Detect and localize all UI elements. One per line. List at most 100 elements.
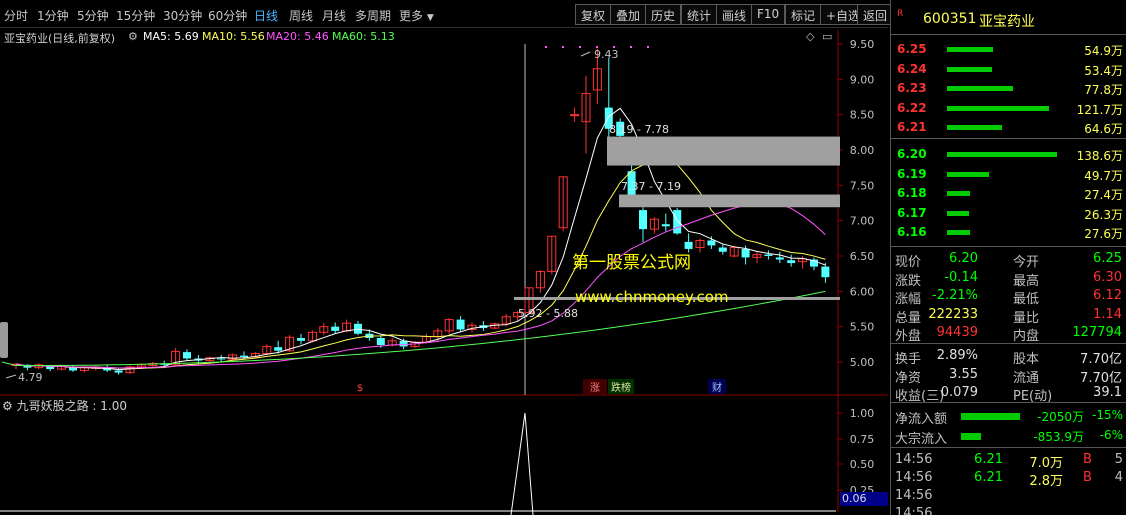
period-tab[interactable]: 60分钟 xyxy=(208,7,247,24)
quote-label: 最低 xyxy=(1013,292,1040,307)
settings-icon[interactable]: ⚙ xyxy=(2,399,13,413)
order-book-row[interactable]: 6.19 49.7万 xyxy=(891,166,1126,184)
book-price: 6.20 xyxy=(897,147,927,161)
quote-label: 流通 xyxy=(1013,370,1040,386)
tick-row: 14:56 6.21 7.0万 B 5 xyxy=(891,452,1126,471)
order-book-row[interactable]: 6.23 77.8万 xyxy=(891,80,1126,98)
quote-label: 内盘 xyxy=(1013,329,1040,344)
candle-body xyxy=(684,241,693,249)
quote-value: 7.70亿 xyxy=(1080,370,1122,386)
candle-body xyxy=(718,247,727,252)
indicator-spike xyxy=(510,412,534,515)
marker-rise: 涨 xyxy=(590,382,600,394)
order-book-row[interactable]: 6.18 27.4万 xyxy=(891,185,1126,203)
high-label: 9.43 xyxy=(594,48,619,61)
watermark-url: www.chnmoney.com xyxy=(575,288,729,306)
marker-finance: 财 xyxy=(712,381,722,394)
marker-rank: 跌榜 xyxy=(611,381,631,394)
tick-cell: B xyxy=(1083,470,1092,485)
overlay-button[interactable]: 叠加 xyxy=(610,4,647,25)
y-tick-label: 5.50 xyxy=(850,321,875,334)
period-tab[interactable]: 分时 xyxy=(4,7,28,24)
price-chart[interactable]: 9.50 9.00 8.50 8.00 7.50 7.00 6.50 6.00 5.50 5.00… xyxy=(0,28,890,515)
book-price: 6.25 xyxy=(897,42,927,56)
book-price: 6.19 xyxy=(897,166,927,181)
scroll-handle xyxy=(0,322,8,358)
flow-label: 大宗流入 xyxy=(895,432,948,447)
period-tab-active[interactable]: 日线 xyxy=(254,7,278,24)
y-tick-label: 9.50 xyxy=(850,38,875,51)
watermark-title: 第一股票公式网 xyxy=(572,253,691,273)
indicator-tick-label: 0.75 xyxy=(850,433,875,446)
book-price: 6.16 xyxy=(897,225,927,239)
period-tab[interactable]: 1分钟 xyxy=(37,7,69,24)
divider xyxy=(891,34,1126,35)
quote-value: 127794 xyxy=(1072,325,1122,340)
book-bar xyxy=(947,86,1013,91)
book-price: 6.18 xyxy=(897,186,927,200)
back-button[interactable]: 返回 xyxy=(857,4,894,25)
quote-label: 股本 xyxy=(1013,352,1040,367)
order-book-row[interactable]: 6.22 121.7万 xyxy=(891,100,1126,118)
quote-value: 6.30 xyxy=(1093,269,1122,285)
period-tab[interactable]: 多周期 xyxy=(355,7,391,24)
flow-row: 大宗流入 -853.9万 -6% xyxy=(891,428,1126,447)
y-axis: 9.50 9.00 8.50 8.00 7.50 7.00 6.50 6.00 5.50 5.00… xyxy=(838,38,874,497)
signal-dot xyxy=(647,46,649,48)
more-menu[interactable]: 更多 ▼ xyxy=(399,7,434,24)
y-tick-label: 5.00 xyxy=(850,356,875,369)
book-price: 6.23 xyxy=(897,81,927,95)
period-tab[interactable]: 5分钟 xyxy=(77,7,109,24)
order-book-row[interactable]: 6.24 53.4万 xyxy=(891,61,1126,79)
flow-row: 净流入额 -2050万 -15% xyxy=(891,408,1126,427)
draw-button[interactable]: 画线 xyxy=(716,4,753,25)
order-book-row[interactable]: 6.20 138.6万 xyxy=(891,146,1126,164)
tick-cell: 14:56 xyxy=(895,506,933,515)
book-volume: 49.7万 xyxy=(1084,168,1123,183)
period-tab[interactable]: 周线 xyxy=(289,7,313,24)
candle-body xyxy=(775,257,784,260)
candle-body xyxy=(217,358,226,360)
period-tab[interactable]: 月线 xyxy=(322,7,346,24)
tick-cell: 7.0万 xyxy=(1029,456,1063,471)
period-tab[interactable]: 15分钟 xyxy=(116,7,155,24)
candle-body xyxy=(741,248,750,258)
quote-value: 3.55 xyxy=(949,366,978,382)
flow-pct: -15% xyxy=(1091,408,1123,422)
history-button[interactable]: 历史 xyxy=(645,4,682,25)
divider xyxy=(891,138,1126,139)
signal-dot xyxy=(630,46,632,48)
order-book-row[interactable]: 6.25 54.9万 xyxy=(891,41,1126,59)
toolbar: 分时 1分钟 5分钟 15分钟 30分钟 60分钟 日线 周线 月线 多周期 更… xyxy=(0,0,894,28)
book-price: 6.24 xyxy=(897,61,927,76)
gap-box xyxy=(607,136,840,166)
quote-label: 量比 xyxy=(1013,310,1040,326)
book-volume: 121.7万 xyxy=(1076,102,1123,117)
mark-button[interactable]: 标记 xyxy=(785,4,822,25)
flow-pct: -6% xyxy=(1099,428,1123,442)
tick-row: 14:56 6.21 2.8万 B 4 xyxy=(891,470,1126,489)
more-label: 更多 xyxy=(399,9,424,23)
quote-label: 总量 xyxy=(895,310,922,326)
low-label: 4.79 xyxy=(18,371,43,384)
f10-button[interactable]: F10 xyxy=(751,4,786,25)
candle-body xyxy=(764,254,773,256)
quote-value: -2.21% xyxy=(932,288,978,303)
candle-body xyxy=(183,352,191,359)
quote-label: 换手 xyxy=(895,352,922,367)
high-arrow xyxy=(580,51,591,57)
signal-dot xyxy=(562,46,564,48)
tick-cell: 5 xyxy=(1114,452,1123,467)
quote-value: 6.25 xyxy=(1093,251,1122,266)
order-book-row[interactable]: 6.21 64.6万 xyxy=(891,119,1126,137)
period-tab[interactable]: 30分钟 xyxy=(163,7,202,24)
y-tick-label: 7.50 xyxy=(850,179,875,192)
order-book-row[interactable]: 6.17 26.3万 xyxy=(891,205,1126,223)
stats-button[interactable]: 统计 xyxy=(681,4,718,25)
order-book-row[interactable]: 6.16 27.6万 xyxy=(891,224,1126,242)
signal-dot xyxy=(596,46,598,48)
flow-bar xyxy=(961,413,1020,420)
adjust-button[interactable]: 复权 xyxy=(575,4,612,25)
indicator-title: ⚙ 九哥妖股之路 : 1.00 xyxy=(2,397,127,414)
divider xyxy=(891,447,1126,448)
